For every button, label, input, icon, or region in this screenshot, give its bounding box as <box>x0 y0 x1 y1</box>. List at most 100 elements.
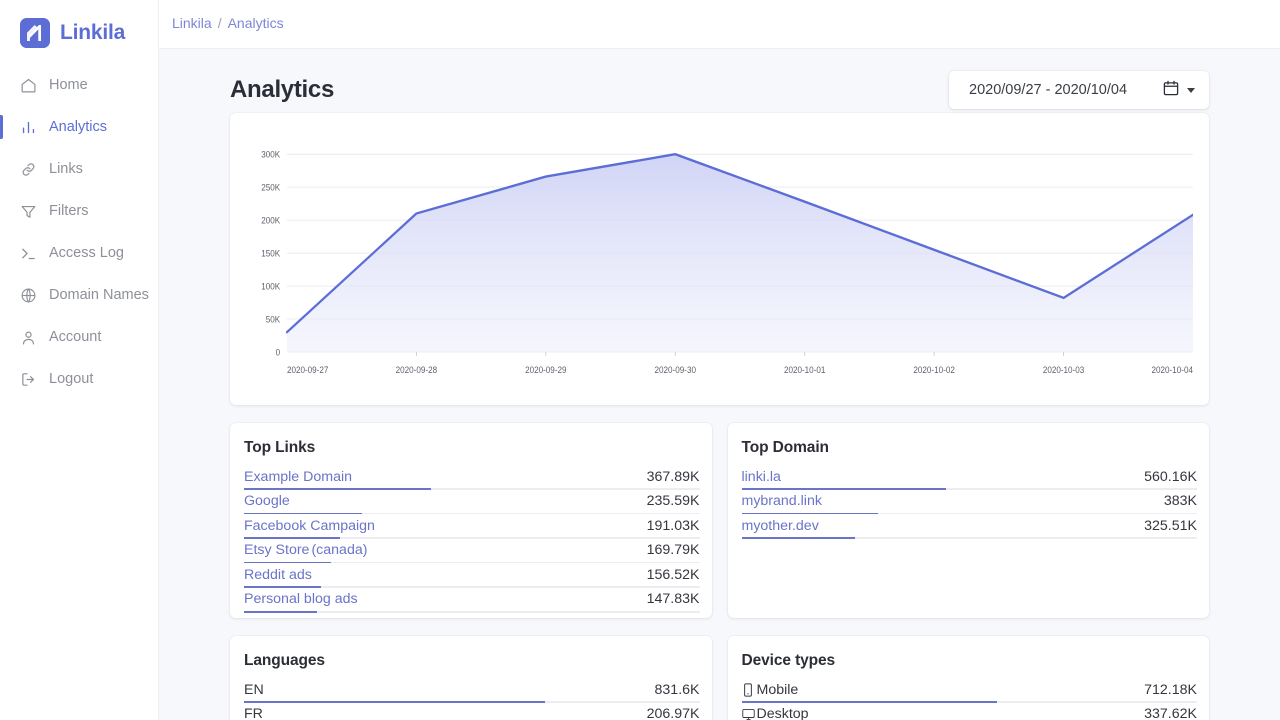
stat-row[interactable]: Mobile 712.18K <box>742 678 1198 703</box>
sidebar-item-account[interactable]: Account <box>0 316 158 358</box>
stat-row[interactable]: Personal blog ads147.83K <box>244 588 700 613</box>
stat-row-line: Personal blog ads147.83K <box>244 588 700 611</box>
breadcrumb-separator: / <box>218 15 222 31</box>
stat-row-line: myother.dev325.51K <box>742 514 1198 537</box>
y-axis-tick-label: 300K <box>261 149 280 160</box>
stat-row[interactable]: FR 206.97K <box>244 703 700 720</box>
x-axis-tick-label: 2020-09-28 <box>396 364 438 375</box>
user-icon <box>20 329 37 346</box>
device-types-list: Mobile 712.18K Desktop 337.62K <box>742 678 1198 720</box>
stat-row[interactable]: Example Domain 367.89K <box>244 465 700 490</box>
stat-row-name: Etsy Store <box>244 542 309 558</box>
brand[interactable]: Linkila <box>0 0 158 49</box>
stat-row-value: 337.62K <box>1144 706 1197 720</box>
stat-row-name: FR <box>244 706 263 720</box>
stat-row[interactable]: Google235.59K <box>244 490 700 515</box>
chart-y-axis-labels: 050K100K150K200K250K300K <box>261 149 280 358</box>
languages-panel: Languages EN831.6K FR 206.97K <box>230 636 712 720</box>
stat-row-name: Google <box>244 493 290 509</box>
stat-row-line: EN831.6K <box>244 678 700 701</box>
y-axis-tick-label: 250K <box>261 182 280 193</box>
stat-row-value: 206.97K <box>647 706 700 720</box>
stat-row[interactable]: mybrand.link383K <box>742 490 1198 515</box>
breadcrumb-current[interactable]: Analytics <box>228 15 284 31</box>
sidebar-item-domain-names[interactable]: Domain Names <box>0 274 158 316</box>
stat-row-line: Google235.59K <box>244 490 700 513</box>
stat-row-name: linki.la <box>742 469 781 485</box>
sidebar-item-label: Account <box>49 329 101 345</box>
calendar-icon[interactable] <box>1162 79 1180 102</box>
stat-row-label: Desktop <box>742 706 809 720</box>
stat-row-label[interactable]: Etsy Store (canada) <box>244 542 367 558</box>
stat-row-line: Etsy Store (canada)169.79K <box>244 539 700 562</box>
x-axis-tick-label: 2020-10-01 <box>784 364 826 375</box>
stat-row[interactable]: Facebook Campaign 191.03K <box>244 514 700 539</box>
breadcrumb: Linkila / Analytics <box>172 15 284 33</box>
y-axis-tick-label: 50K <box>266 314 281 325</box>
top-links-list: Example Domain367.89KGoogle235.59KFacebo… <box>244 465 700 613</box>
page-header: Analytics 2020/09/27 - 2020/10/04 <box>230 49 1209 113</box>
stat-row-name: Mobile <box>757 682 799 698</box>
stat-row[interactable]: Desktop 337.62K <box>742 703 1198 720</box>
stat-row-value: 712.18K <box>1144 682 1197 698</box>
stat-row-label[interactable]: Personal blog ads <box>244 591 358 607</box>
device-types-panel: Device types Mobile712.18KDesktop337.62K <box>728 636 1210 720</box>
sidebar-item-analytics[interactable]: Analytics <box>0 106 158 148</box>
stat-row[interactable]: Reddit ads 156.52K <box>244 563 700 588</box>
link-icon <box>20 161 37 178</box>
brand-name: Linkila <box>60 21 125 45</box>
home-icon <box>20 77 37 94</box>
traffic-area-chart[interactable]: 050K100K150K200K250K300K 2020-09-272020-… <box>246 123 1193 399</box>
linkila-logo-icon <box>20 18 50 48</box>
sidebar-item-logout[interactable]: Logout <box>0 358 158 400</box>
stat-row-value: 831.6K <box>655 682 700 698</box>
sidebar-item-label: Domain Names <box>49 287 149 303</box>
panel-title: Top Domain <box>742 439 1198 457</box>
sidebar-item-links[interactable]: Links <box>0 148 158 190</box>
stat-row[interactable]: linki.la560.16K <box>742 465 1198 490</box>
mobile-icon <box>742 683 755 697</box>
globe-icon <box>20 287 37 304</box>
sidebar-item-label: Links <box>49 161 83 177</box>
stat-row-label[interactable]: Reddit ads <box>244 567 312 583</box>
bar-chart-icon <box>20 119 37 136</box>
stat-row-value: 156.52K <box>647 567 700 583</box>
sidebar-item-home[interactable]: Home <box>0 64 158 106</box>
stat-row[interactable]: myother.dev325.51K <box>742 514 1198 539</box>
panel-row-top: Top Links Example Domain367.89KGoogle235… <box>230 423 1209 618</box>
stat-row-label[interactable]: Example Domain <box>244 469 352 485</box>
stat-row-value: 367.89K <box>647 469 700 485</box>
stat-row-name: Reddit ads <box>244 567 312 583</box>
y-axis-tick-label: 0 <box>276 347 281 358</box>
sidebar-item-access-log[interactable]: Access Log <box>0 232 158 274</box>
stat-row-label: Mobile <box>742 682 799 698</box>
stat-row-line: Facebook Campaign 191.03K <box>244 514 700 537</box>
main-area: Linkila / Analytics Analytics 2020/09/27 -… <box>159 0 1280 720</box>
x-axis-tick-label: 2020-09-27 <box>287 364 329 375</box>
stat-row-line: Mobile 712.18K <box>742 678 1198 701</box>
stat-row[interactable]: EN831.6K <box>244 678 700 703</box>
stat-row[interactable]: Etsy Store (canada)169.79K <box>244 539 700 564</box>
stat-row-name: mybrand.link <box>742 493 822 509</box>
chevron-down-icon[interactable] <box>1187 88 1195 93</box>
date-range-controls <box>1162 79 1195 102</box>
top-domain-list: linki.la560.16Kmybrand.link383Kmyother.d… <box>742 465 1198 539</box>
stat-row-label[interactable]: linki.la <box>742 469 781 485</box>
sidebar-item-label: Analytics <box>49 119 107 135</box>
sidebar-item-label: Filters <box>49 203 88 219</box>
sidebar-item-filters[interactable]: Filters <box>0 190 158 232</box>
stat-row-label[interactable]: Facebook Campaign <box>244 518 375 534</box>
stat-row-line: linki.la560.16K <box>742 465 1198 488</box>
date-range-picker[interactable]: 2020/09/27 - 2020/10/04 <box>949 71 1209 109</box>
logout-icon <box>20 371 37 388</box>
app-root: Linkila Home Analytics Links <box>0 0 1280 720</box>
sidebar-item-label: Access Log <box>49 245 124 261</box>
stat-row-value: 191.03K <box>647 518 700 534</box>
content-scroll: Analytics 2020/09/27 - 2020/10/04 <box>159 49 1280 720</box>
stat-row-label[interactable]: Google <box>244 493 290 509</box>
panel-title: Languages <box>244 652 700 670</box>
breadcrumb-root[interactable]: Linkila <box>172 15 212 31</box>
stat-row-label[interactable]: mybrand.link <box>742 493 822 509</box>
y-axis-tick-label: 200K <box>261 215 280 226</box>
stat-row-label[interactable]: myother.dev <box>742 518 819 534</box>
